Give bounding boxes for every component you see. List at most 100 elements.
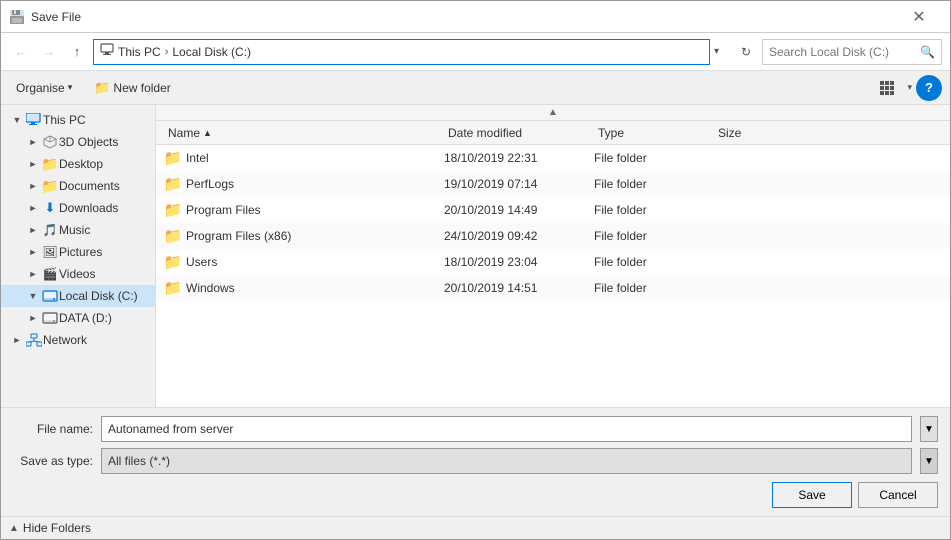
file-row-date: 18/10/2019 22:31 xyxy=(444,151,594,165)
col-header-name[interactable]: Name ▲ xyxy=(164,121,444,144)
sidebar-item-network[interactable]: ► Network xyxy=(1,329,155,351)
file-row-type: File folder xyxy=(594,281,714,295)
sidebar-item-music[interactable]: ► 🎵 Music xyxy=(1,219,155,241)
address-path[interactable]: This PC › Local Disk (C:) xyxy=(93,39,710,65)
file-row-date: 20/10/2019 14:51 xyxy=(444,281,594,295)
view-dropdown-icon[interactable]: ▾ xyxy=(907,82,912,93)
file-row-date: 19/10/2019 07:14 xyxy=(444,177,594,191)
sidebar-item-label-this-pc: This PC xyxy=(43,113,86,127)
table-row[interactable]: 📁 Users 18/10/2019 23:04 File folder xyxy=(156,249,950,275)
sidebar-item-label-3d-objects: 3D Objects xyxy=(59,135,118,149)
col-header-name-label: Name xyxy=(168,126,200,140)
file-name-dropdown-button[interactable]: ▼ xyxy=(920,416,938,442)
file-row-type: File folder xyxy=(594,229,714,243)
main-content: ▼ This PC ► xyxy=(1,105,950,407)
organise-button[interactable]: Organise ▾ xyxy=(9,77,79,99)
file-list-header: Name ▲ Date modified Type Size xyxy=(156,121,950,145)
documents-expand-icon[interactable]: ► xyxy=(25,178,41,194)
table-row[interactable]: 📁 Intel 18/10/2019 22:31 File folder xyxy=(156,145,950,171)
file-row-type: File folder xyxy=(594,203,714,217)
sidebar-item-pictures[interactable]: ► 🖼 Pictures xyxy=(1,241,155,263)
file-row-date: 18/10/2019 23:04 xyxy=(444,255,594,269)
sidebar-item-videos[interactable]: ► 🎬 Videos xyxy=(1,263,155,285)
save-type-select[interactable]: All files (*.*) xyxy=(101,448,912,474)
file-row-date: 24/10/2019 09:42 xyxy=(444,229,594,243)
documents-icon: 📁 xyxy=(41,178,59,194)
cancel-button[interactable]: Cancel xyxy=(858,482,938,508)
dialog-icon xyxy=(9,9,25,25)
save-type-dropdown-button[interactable]: ▼ xyxy=(920,448,938,474)
pictures-icon: 🖼 xyxy=(41,244,59,260)
desktop-expand-icon[interactable]: ► xyxy=(25,156,41,172)
sidebar-item-label-local-disk-c: Local Disk (C:) xyxy=(59,289,138,303)
sidebar-item-label-music: Music xyxy=(59,223,90,237)
refresh-button[interactable]: ↻ xyxy=(734,40,758,64)
address-bar: ← → ↑ This PC › Local Disk (C:) ▾ ↻ 🔍 xyxy=(1,33,950,71)
sidebar-item-this-pc[interactable]: ▼ This PC xyxy=(1,109,155,131)
address-path-text: This PC xyxy=(118,45,161,59)
search-input[interactable] xyxy=(769,45,920,59)
sidebar-item-label-pictures: Pictures xyxy=(59,245,102,259)
sidebar-item-label-downloads: Downloads xyxy=(59,201,118,215)
pictures-expand-icon[interactable]: ► xyxy=(25,244,41,260)
new-folder-label: New folder xyxy=(113,81,170,95)
file-row-name: Program Files xyxy=(186,203,444,217)
hide-folders-label: Hide Folders xyxy=(23,521,91,535)
file-row-name: Users xyxy=(186,255,444,269)
sidebar-item-label-data-d: DATA (D:) xyxy=(59,311,112,325)
title-bar: Save File ✕ xyxy=(1,1,950,33)
3d-expand-icon[interactable]: ► xyxy=(25,134,41,150)
new-folder-button[interactable]: 📁 New folder xyxy=(87,76,178,100)
close-button[interactable]: ✕ xyxy=(896,2,942,32)
table-row[interactable]: 📁 Windows 20/10/2019 14:51 File folder xyxy=(156,275,950,301)
search-box[interactable]: 🔍 xyxy=(762,39,942,65)
this-pc-expand-icon[interactable]: ▼ xyxy=(9,112,25,128)
file-row-type: File folder xyxy=(594,151,714,165)
videos-expand-icon[interactable]: ► xyxy=(25,266,41,282)
col-header-size[interactable]: Size xyxy=(714,121,794,144)
col-header-type-label: Type xyxy=(598,126,624,140)
computer-icon xyxy=(26,113,42,127)
network-icon xyxy=(25,332,43,348)
sidebar-item-local-disk-c[interactable]: ▼ Local Disk (C:) xyxy=(1,285,155,307)
table-row[interactable]: 📁 Program Files (x86) 24/10/2019 09:42 F… xyxy=(156,223,950,249)
save-button[interactable]: Save xyxy=(772,482,852,508)
dialog-title: Save File xyxy=(31,10,81,24)
sidebar-item-downloads[interactable]: ► ⬇ Downloads xyxy=(1,197,155,219)
file-folder-icon: 📁 xyxy=(164,175,182,193)
col-header-date-label: Date modified xyxy=(448,126,522,140)
address-dropdown-button[interactable]: ▾ xyxy=(714,46,730,57)
table-row[interactable]: 📁 PerfLogs 19/10/2019 07:14 File folder xyxy=(156,171,950,197)
forward-button[interactable]: → xyxy=(37,40,61,64)
sidebar-item-desktop[interactable]: ► 📁 Desktop xyxy=(1,153,155,175)
sidebar-item-label-desktop: Desktop xyxy=(59,157,103,171)
up-button[interactable]: ↑ xyxy=(65,40,89,64)
view-button[interactable] xyxy=(875,76,903,100)
file-row-type: File folder xyxy=(594,255,714,269)
scroll-up-arrow[interactable]: ▲ xyxy=(156,105,950,121)
file-name-input[interactable] xyxy=(101,416,912,442)
file-list: 📁 Intel 18/10/2019 22:31 File folder 📁 P… xyxy=(156,145,950,407)
file-row-type: File folder xyxy=(594,177,714,191)
music-expand-icon[interactable]: ► xyxy=(25,222,41,238)
sidebar-item-documents[interactable]: ► 📁 Documents xyxy=(1,175,155,197)
table-row[interactable]: 📁 Program Files 20/10/2019 14:49 File fo… xyxy=(156,197,950,223)
data-d-expand-icon[interactable]: ► xyxy=(25,310,41,326)
videos-icon: 🎬 xyxy=(41,266,59,282)
back-button[interactable]: ← xyxy=(9,40,33,64)
help-button[interactable]: ? xyxy=(916,75,942,101)
cube-icon xyxy=(42,135,58,149)
sidebar-item-label-videos: Videos xyxy=(59,267,95,281)
sort-arrow-icon: ▲ xyxy=(203,128,212,138)
local-disk-c-expand-icon[interactable]: ▼ xyxy=(25,288,41,304)
downloads-expand-icon[interactable]: ► xyxy=(25,200,41,216)
network-expand-icon[interactable]: ► xyxy=(9,332,25,348)
sidebar-item-data-d[interactable]: ► DATA (D:) xyxy=(1,307,155,329)
col-header-date[interactable]: Date modified xyxy=(444,121,594,144)
file-row-name: Intel xyxy=(186,151,444,165)
hide-folders-row[interactable]: ▲ Hide Folders xyxy=(1,516,950,539)
file-folder-icon: 📁 xyxy=(164,253,182,271)
col-header-type[interactable]: Type xyxy=(594,121,714,144)
sidebar-item-3d-objects[interactable]: ► 3D Objects xyxy=(1,131,155,153)
organise-label: Organise xyxy=(16,81,65,95)
